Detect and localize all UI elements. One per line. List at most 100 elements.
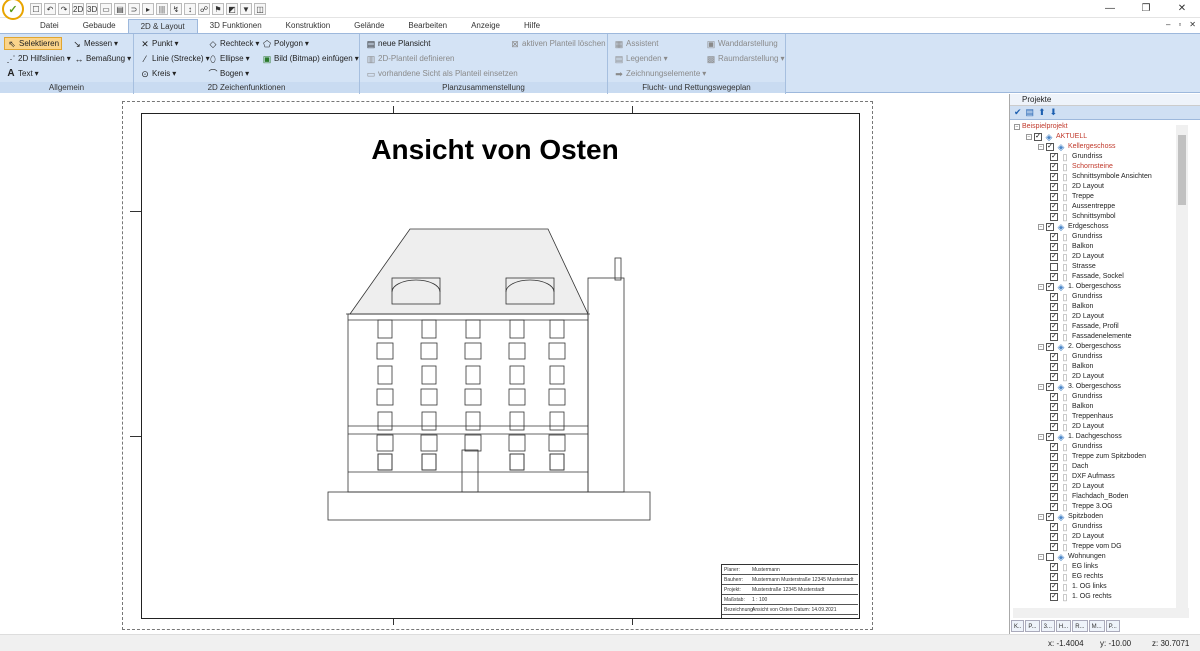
quick-access-button[interactable]: ▭ bbox=[100, 2, 112, 15]
minimize-button[interactable]: — bbox=[1092, 0, 1128, 18]
tree-node[interactable]: ✓ ▯ Schnittsymbol bbox=[1050, 212, 1116, 222]
scroll-thumb[interactable] bbox=[1178, 135, 1186, 205]
visibility-checkbox[interactable]: ✓ bbox=[1050, 563, 1058, 571]
quick-access-button[interactable]: ▼ bbox=[240, 2, 252, 15]
arc-button[interactable]: ⌒ Bogen ▾ bbox=[206, 67, 251, 80]
visibility-checkbox[interactable]: ✓ bbox=[1050, 173, 1058, 181]
quick-access-button[interactable]: ↯ bbox=[170, 2, 182, 15]
tree-node[interactable]: ✓ ▯ Grundriss bbox=[1050, 352, 1102, 362]
tree-node[interactable]: − ✓ ◈ 2. Obergeschoss bbox=[1038, 342, 1121, 352]
menu-tab[interactable]: 2D & Layout bbox=[127, 19, 198, 33]
tree-vertical-scrollbar[interactable] bbox=[1176, 125, 1188, 609]
quick-access-button[interactable]: ↷ bbox=[58, 2, 70, 15]
tree-node[interactable]: ✓ ▯ Schnittsymbole Ansichten bbox=[1050, 172, 1152, 182]
visibility-checkbox[interactable]: ✓ bbox=[1046, 283, 1054, 291]
dimension-button[interactable]: ↔ Bemaßung ▾ bbox=[72, 52, 133, 65]
tree-node[interactable]: ✓ ▯ Balkon bbox=[1050, 402, 1093, 412]
visibility-checkbox[interactable]: ✓ bbox=[1050, 203, 1058, 211]
visibility-checkbox[interactable] bbox=[1050, 263, 1058, 271]
quick-access-button[interactable]: ⊃ bbox=[128, 2, 140, 15]
check-icon[interactable]: ✔ bbox=[1014, 107, 1022, 118]
tree-node[interactable]: ✓ ▯ 2D Layout bbox=[1050, 532, 1104, 542]
tree-node[interactable]: ✓ ▯ 2D Layout bbox=[1050, 252, 1104, 262]
visibility-checkbox[interactable]: ✓ bbox=[1050, 353, 1058, 361]
visibility-checkbox[interactable]: ✓ bbox=[1046, 143, 1054, 151]
visibility-checkbox[interactable]: ✓ bbox=[1050, 193, 1058, 201]
panel-tab[interactable]: 3... bbox=[1040, 620, 1055, 632]
ellipse-button[interactable]: ⬯ Ellipse ▾ bbox=[206, 52, 252, 65]
tree-node[interactable]: ✓ ▯ Balkon bbox=[1050, 362, 1093, 372]
visibility-checkbox[interactable]: ✓ bbox=[1050, 523, 1058, 531]
visibility-checkbox[interactable]: ✓ bbox=[1050, 463, 1058, 471]
tree-node[interactable]: ✓ ▯ 2D Layout bbox=[1050, 312, 1104, 322]
visibility-checkbox[interactable]: ✓ bbox=[1050, 153, 1058, 161]
visibility-checkbox[interactable]: ✓ bbox=[1046, 223, 1054, 231]
expander-icon[interactable]: − bbox=[1038, 344, 1044, 350]
visibility-checkbox[interactable]: ✓ bbox=[1034, 133, 1042, 141]
tree-node[interactable]: ✓ ▯ 2D Layout bbox=[1050, 372, 1104, 382]
panel-tab[interactable]: K.. bbox=[1011, 620, 1025, 632]
text-button[interactable]: A Text ▾ bbox=[4, 67, 41, 80]
tree-node[interactable]: − ✓ ◈ Erdgeschoss bbox=[1038, 222, 1108, 232]
tree-node[interactable]: ✓ ▯ Grundriss bbox=[1050, 292, 1102, 302]
delete-planpart-button[interactable]: ⊠ aktiven Planteil löschen bbox=[508, 37, 608, 50]
quick-access-button[interactable]: ▸ bbox=[142, 2, 154, 15]
visibility-checkbox[interactable]: ✓ bbox=[1046, 343, 1054, 351]
app-logo-icon[interactable]: ✓ bbox=[2, 0, 24, 20]
visibility-checkbox[interactable]: ✓ bbox=[1050, 583, 1058, 591]
close-button[interactable]: ✕ bbox=[1164, 0, 1200, 18]
circle-button[interactable]: ⊙ Kreis ▾ bbox=[138, 67, 178, 80]
tree-node[interactable]: − ✓ ◈ Spitzboden bbox=[1038, 512, 1103, 522]
tree-node[interactable]: ✓ ▯ Treppe bbox=[1050, 192, 1094, 202]
panel-tab[interactable]: R... bbox=[1072, 620, 1088, 632]
tree-node[interactable]: ✓ ▯ Aussentreppe bbox=[1050, 202, 1115, 212]
tree-node[interactable]: − Beispielprojekt bbox=[1014, 122, 1068, 132]
tree-node[interactable]: ✓ ▯ 2D Layout bbox=[1050, 182, 1104, 192]
menu-tab[interactable]: Gebaude bbox=[71, 19, 128, 33]
drawing-elements-button[interactable]: ➡ Zeichnungselemente ▾ bbox=[612, 67, 708, 80]
arrow-up-icon[interactable]: ⬆ bbox=[1038, 107, 1046, 118]
quick-access-button[interactable]: ||| bbox=[156, 2, 168, 15]
visibility-checkbox[interactable]: ✓ bbox=[1050, 593, 1058, 601]
select-button[interactable]: ⇖ Selektieren bbox=[4, 37, 63, 50]
polygon-button[interactable]: ⬠ Polygon ▾ bbox=[260, 37, 311, 50]
expander-icon[interactable]: − bbox=[1038, 384, 1044, 390]
tree-node[interactable]: − ✓ ◈ 1. Dachgeschoss bbox=[1038, 432, 1122, 442]
visibility-checkbox[interactable]: ✓ bbox=[1050, 243, 1058, 251]
assistant-button[interactable]: ▦ Assistent bbox=[612, 37, 660, 50]
tree-node[interactable]: ✓ ▯ Fassade, Sockel bbox=[1050, 272, 1124, 282]
tree-node[interactable]: ✓ ▯ Flachdach_Boden bbox=[1050, 492, 1128, 502]
quick-access-button[interactable]: 2D bbox=[72, 2, 84, 15]
visibility-checkbox[interactable]: ✓ bbox=[1050, 333, 1058, 341]
wall-display-button[interactable]: ▣ Wanddarstellung bbox=[704, 37, 780, 50]
tree-node[interactable]: ✓ ▯ EG rechts bbox=[1050, 572, 1103, 582]
panel-tab[interactable]: P... bbox=[1025, 620, 1040, 632]
visibility-checkbox[interactable]: ✓ bbox=[1050, 453, 1058, 461]
expander-icon[interactable]: − bbox=[1038, 144, 1044, 150]
restore-button[interactable]: ❐ bbox=[1128, 0, 1164, 18]
tree-node[interactable]: ✓ ▯ Balkon bbox=[1050, 302, 1093, 312]
props-icon[interactable]: ▤ bbox=[1026, 107, 1035, 118]
tree-node[interactable]: − ✓ ◈ 1. Obergeschoss bbox=[1038, 282, 1121, 292]
visibility-checkbox[interactable]: ✓ bbox=[1050, 473, 1058, 481]
tree-node[interactable]: ✓ ▯ 2D Layout bbox=[1050, 422, 1104, 432]
expander-icon[interactable]: − bbox=[1038, 434, 1044, 440]
expander-icon[interactable]: − bbox=[1038, 514, 1044, 520]
tree-node[interactable]: − ✓ ◈ Kellergeschoss bbox=[1038, 142, 1115, 152]
tree-node[interactable]: ✓ ▯ Grundriss bbox=[1050, 392, 1102, 402]
quick-access-button[interactable]: 3D bbox=[86, 2, 98, 15]
insert-view-button[interactable]: ▭ vorhandene Sicht als Planteil einsetzen bbox=[364, 67, 520, 80]
insert-bitmap-button[interactable]: ▣ Bild (Bitmap) einfügen ▾ bbox=[260, 52, 361, 65]
expander-icon[interactable]: − bbox=[1038, 554, 1044, 560]
visibility-checkbox[interactable]: ✓ bbox=[1050, 403, 1058, 411]
quick-access-button[interactable]: ↶ bbox=[44, 2, 56, 15]
tree-node[interactable]: ✓ ▯ Treppenhaus bbox=[1050, 412, 1113, 422]
visibility-checkbox[interactable]: ✓ bbox=[1050, 443, 1058, 451]
menu-tab[interactable]: 3D Funktionen bbox=[198, 19, 274, 33]
tree-node[interactable]: − ✓ ◈ 3. Obergeschoss bbox=[1038, 382, 1121, 392]
menu-tab[interactable]: Hilfe bbox=[512, 19, 552, 33]
visibility-checkbox[interactable]: ✓ bbox=[1050, 183, 1058, 191]
tree-node[interactable]: ▯ Strasse bbox=[1050, 262, 1096, 272]
line-button[interactable]: ⁄ Linie (Strecke) ▾ bbox=[138, 52, 212, 65]
visibility-checkbox[interactable]: ✓ bbox=[1050, 483, 1058, 491]
